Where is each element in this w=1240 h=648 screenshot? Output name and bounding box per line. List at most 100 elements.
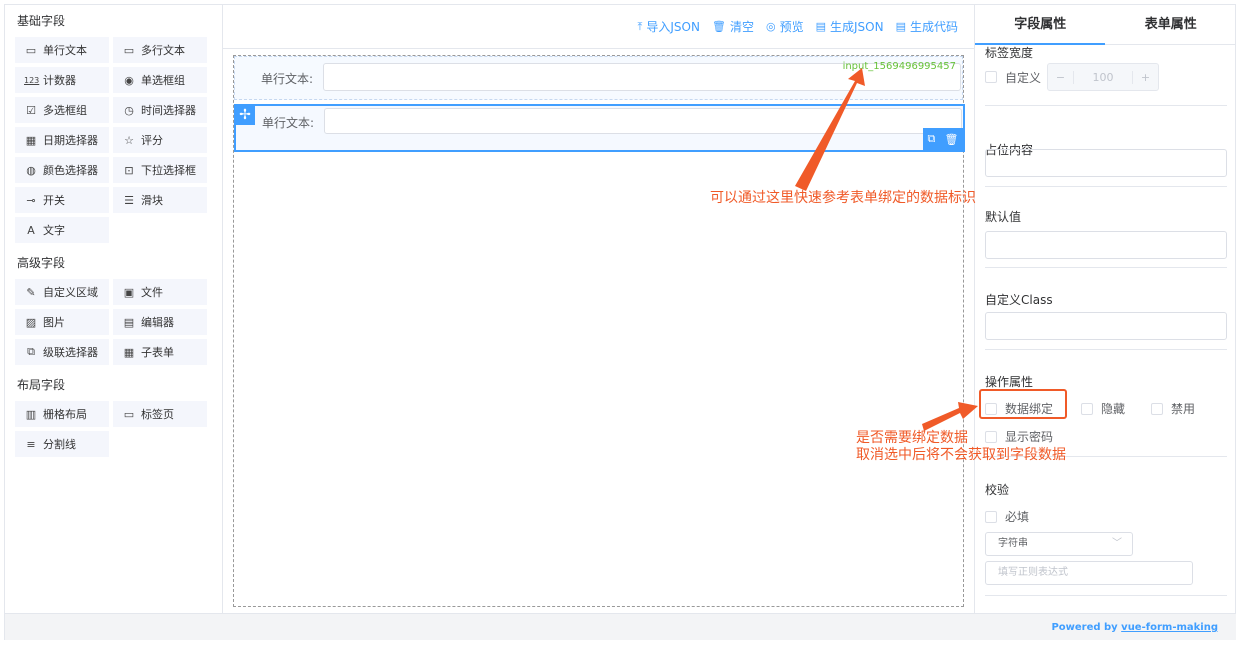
field-item-divider[interactable]: ≡ 分割线 bbox=[15, 431, 109, 457]
field-item-grid[interactable]: ▥ 栅格布局 bbox=[15, 401, 109, 427]
field-item-label: 多行文本 bbox=[141, 44, 185, 57]
field-item-label: 开关 bbox=[43, 194, 65, 207]
number-icon: 123 bbox=[24, 75, 40, 85]
hidden-checkbox[interactable]: 隐藏 bbox=[1081, 400, 1125, 417]
custom-width-checkbox[interactable]: 自定义 bbox=[985, 69, 1041, 86]
field-item-custom-area[interactable]: ✎ 自定义区域 bbox=[15, 279, 109, 305]
field-item-label: 子表单 bbox=[141, 346, 174, 359]
field-item-image[interactable]: ▨ 图片 bbox=[15, 309, 109, 335]
divider bbox=[985, 349, 1227, 350]
table-icon: ▦ bbox=[123, 345, 135, 359]
field-item-label: 自定义区域 bbox=[43, 286, 98, 299]
basic-fields-title: 基础字段 bbox=[17, 14, 66, 28]
decrease-button[interactable]: − bbox=[1048, 70, 1075, 84]
cascader-icon: ⧉ bbox=[27, 345, 35, 358]
field-item-label: 颜色选择器 bbox=[43, 164, 98, 177]
label-width-title: 标签宽度 bbox=[985, 46, 1034, 60]
upload-icon: ⤒ bbox=[637, 19, 643, 33]
form-canvas[interactable]: 单行文本: input_1569496995457 ✢ 单行文本: ⧉ 🗑︎ bbox=[233, 55, 965, 607]
validation-type-select[interactable]: 字符串 ﹀ bbox=[985, 532, 1133, 556]
disabled-checkbox[interactable]: 禁用 bbox=[1151, 400, 1195, 417]
field-item-checkbox[interactable]: ☑ 多选框组 bbox=[15, 97, 109, 123]
copy-icon[interactable]: ⧉ bbox=[928, 132, 936, 146]
operation-title: 操作属性 bbox=[985, 375, 1034, 389]
star-icon: ☆ bbox=[124, 133, 134, 147]
width-number-input: − 100 + bbox=[1047, 63, 1160, 91]
generate-json-button[interactable]: ▤ 生成JSON bbox=[816, 18, 884, 35]
required-row: 必填 bbox=[985, 508, 1029, 526]
field-item-label: 多选框组 bbox=[43, 104, 87, 117]
divider bbox=[985, 267, 1227, 268]
show-password-checkbox[interactable]: 显示密码 bbox=[985, 428, 1053, 445]
field-item-radio[interactable]: ◉ 单选框组 bbox=[113, 67, 207, 93]
field-item-select[interactable]: ⊡ 下拉选择框 bbox=[113, 157, 207, 183]
field-item-palette[interactable]: ◍ 颜色选择器 bbox=[15, 157, 109, 183]
field-item-number[interactable]: 123 计数器 bbox=[15, 67, 109, 93]
footer: Powered by vue-form-making bbox=[5, 613, 1236, 640]
field-item-file[interactable]: ▣ 文件 bbox=[113, 279, 207, 305]
field-item-slider[interactable]: ☰ 滑块 bbox=[113, 187, 207, 213]
increase-button[interactable]: + bbox=[1132, 70, 1158, 84]
highlight-box bbox=[979, 389, 1067, 419]
field-item-tabs[interactable]: ▭ 标签页 bbox=[113, 401, 207, 427]
toolbar: ⤒ 导入JSON 🗑︎ 清空 ◎ 预览 ▤ 生成JSON ▤ 生成代码 bbox=[223, 5, 974, 49]
field-item-text[interactable]: A 文字 bbox=[15, 217, 109, 243]
annotation-data-key: 可以通过这里快速参考表单绑定的数据标识 bbox=[710, 190, 976, 206]
field-item-calendar[interactable]: ▦ 日期选择器 bbox=[15, 127, 109, 153]
component-panel: 基础字段 ▭ 单行文本 ▭ 多行文本 123 计数器 ◉ 单选框组 ☑ 多选框组 ◷ 时间选择器 ▦ 日期… bbox=[5, 5, 223, 613]
form-designer: 基础字段 ▭ 单行文本 ▭ 多行文本 123 计数器 ◉ 单选框组 ☑ 多选框组 ◷ 时间选择器 ▦ 日期… bbox=[4, 4, 1236, 640]
tab-form-properties[interactable]: 表单属性 bbox=[1106, 5, 1237, 44]
annotation-data-bind-2: 取消选中后将不会获取到字段数据 bbox=[856, 447, 1066, 463]
field-item-input[interactable]: ▭ 单行文本 bbox=[15, 37, 109, 63]
tab-field-properties[interactable]: 字段属性 bbox=[975, 5, 1106, 44]
field-item-table[interactable]: ▦ 子表单 bbox=[113, 339, 207, 365]
required-checkbox[interactable]: 必填 bbox=[985, 508, 1029, 525]
property-panel: 字段属性 表单属性 标签宽度 自定义 − 100 + 占位内容 默认值 自定义C… bbox=[974, 5, 1236, 613]
drag-handle-icon[interactable]: ✢ bbox=[235, 105, 255, 125]
regex-input[interactable]: 填写正则表达式 bbox=[985, 561, 1193, 585]
divider bbox=[985, 186, 1227, 187]
field-item-label: 滑块 bbox=[141, 194, 163, 207]
field-item-label: 下拉选择框 bbox=[141, 164, 196, 177]
delete-icon[interactable]: 🗑︎ bbox=[944, 133, 958, 146]
field-item-label: 文件 bbox=[141, 286, 163, 299]
grid-icon: ▥ bbox=[25, 407, 37, 421]
checkbox-icon: ☑ bbox=[26, 103, 36, 117]
field-item-label: 单选框组 bbox=[141, 74, 185, 87]
field-item-switch[interactable]: ⊸ 开关 bbox=[15, 187, 109, 213]
field-item-star[interactable]: ☆ 评分 bbox=[113, 127, 207, 153]
import-json-button[interactable]: ⤒ 导入JSON bbox=[638, 18, 700, 35]
checkbox-box bbox=[985, 430, 997, 443]
field-item-textarea[interactable]: ▭ 多行文本 bbox=[113, 37, 207, 63]
text-input[interactable] bbox=[324, 108, 962, 134]
input-icon: ▭ bbox=[25, 43, 37, 57]
calendar-icon: ▦ bbox=[25, 133, 37, 147]
clear-button[interactable]: 🗑︎ 清空 bbox=[712, 18, 754, 35]
document-icon: ▤ bbox=[815, 20, 826, 33]
editor-icon: ▤ bbox=[123, 315, 135, 329]
form-item-input[interactable]: 单行文本: input_1569496995457 bbox=[234, 56, 963, 100]
chevron-down-icon: ﹀ bbox=[1112, 538, 1122, 549]
form-item-label: 单行文本: bbox=[261, 72, 314, 86]
field-item-clock[interactable]: ◷ 时间选择器 bbox=[113, 97, 207, 123]
field-item-cascader[interactable]: ⧉ 级联选择器 bbox=[15, 339, 109, 365]
generate-code-button[interactable]: ▤ 生成代码 bbox=[896, 18, 958, 35]
slider-icon: ☰ bbox=[124, 193, 134, 207]
default-value-title: 默认值 bbox=[985, 210, 1022, 224]
form-item-label: 单行文本: bbox=[262, 116, 315, 130]
trash-icon: 🗑︎ bbox=[711, 20, 726, 33]
placeholder-input[interactable] bbox=[985, 149, 1227, 177]
field-item-label: 日期选择器 bbox=[43, 134, 98, 147]
width-value[interactable]: 100 bbox=[1074, 71, 1132, 84]
field-item-label: 级联选择器 bbox=[43, 346, 98, 359]
field-item-label: 时间选择器 bbox=[141, 104, 196, 117]
form-item-input-selected[interactable]: ✢ 单行文本: ⧉ 🗑︎ bbox=[234, 104, 965, 152]
default-value-input[interactable] bbox=[985, 231, 1227, 259]
select-icon: ⊡ bbox=[124, 163, 134, 177]
item-actions: ⧉ 🗑︎ bbox=[923, 128, 963, 150]
checkbox-box bbox=[985, 510, 997, 523]
preview-button[interactable]: ◎ 预览 bbox=[766, 18, 804, 35]
custom-class-input[interactable] bbox=[985, 312, 1227, 340]
powered-by-link[interactable]: vue-form-making bbox=[1121, 622, 1218, 633]
field-item-editor[interactable]: ▤ 编辑器 bbox=[113, 309, 207, 335]
